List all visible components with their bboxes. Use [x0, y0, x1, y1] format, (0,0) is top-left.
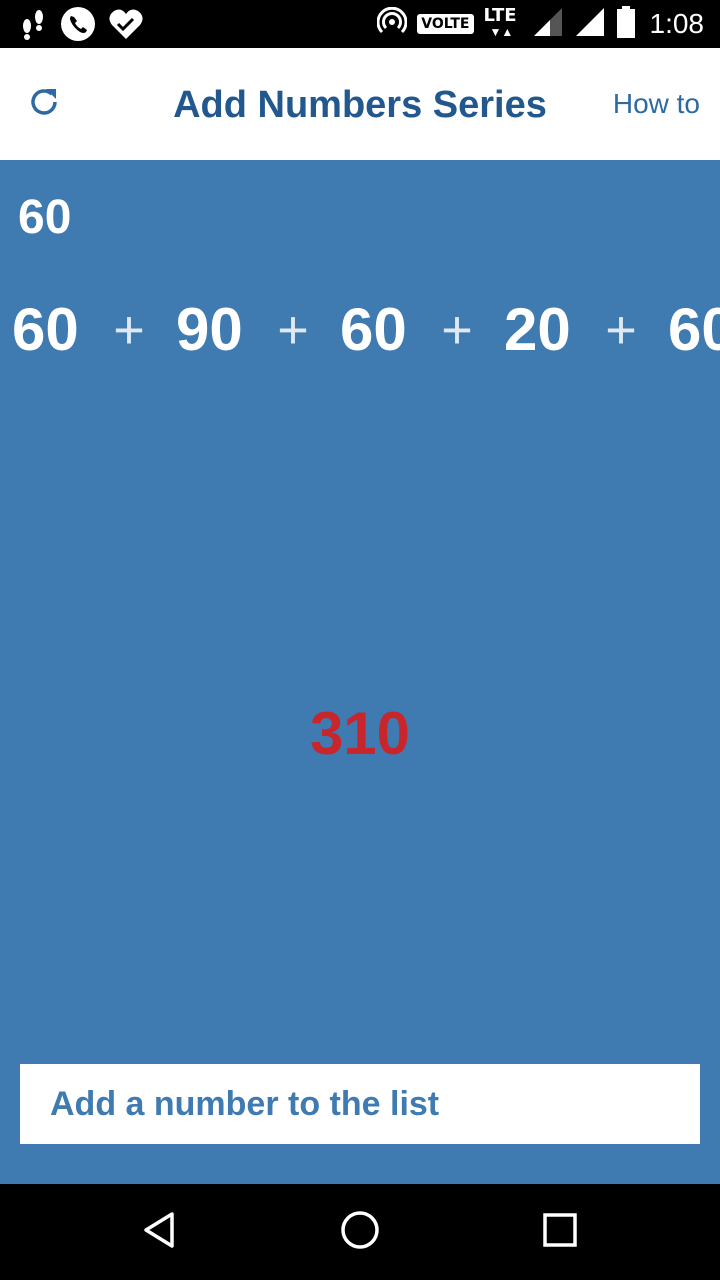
data-arrows-icon: ▼▲	[489, 25, 514, 39]
how-to-button[interactable]: How to	[613, 86, 700, 122]
home-button[interactable]	[336, 1208, 384, 1256]
series-number: 60	[12, 296, 79, 363]
add-number-input[interactable]	[20, 1064, 700, 1144]
total-sum: 310	[309, 700, 411, 767]
series-number: 90	[176, 296, 243, 363]
lte-indicator: LTE ▼▲	[484, 6, 522, 42]
status-bar: VOLTE LTE ▼▲ 1:08	[0, 0, 720, 48]
back-button[interactable]	[136, 1208, 184, 1256]
plus-operator: +	[277, 300, 309, 360]
recents-button[interactable]	[536, 1208, 584, 1256]
signal-icon	[532, 6, 564, 43]
signal-full-icon	[574, 6, 606, 43]
battery-icon	[616, 5, 636, 43]
system-status-icons: VOLTE LTE ▼▲ 1:08	[376, 0, 705, 48]
clock: 1:08	[649, 8, 705, 39]
heart-check-icon	[108, 7, 144, 46]
plus-operator: +	[605, 300, 637, 360]
notification-icons	[18, 6, 144, 47]
number-series: 60 + 90 + 60 + 20 + 60	[12, 298, 720, 362]
home-icon	[340, 1210, 380, 1255]
hotspot-icon	[376, 6, 408, 42]
series-number: 60	[668, 296, 720, 363]
main-content: 60 60 + 90 + 60 + 20 + 60 310	[0, 160, 720, 1184]
app-bar: Add Numbers Series How to	[0, 48, 720, 160]
series-number: 60	[340, 296, 407, 363]
phone-icon	[60, 6, 96, 47]
current-number: 60	[18, 191, 72, 244]
lte-label: LTE	[483, 5, 517, 26]
back-icon	[140, 1210, 180, 1255]
recents-icon	[540, 1210, 580, 1255]
footsteps-icon	[18, 6, 48, 47]
series-number: 20	[504, 296, 571, 363]
plus-operator: +	[441, 300, 473, 360]
volte-badge: VOLTE	[417, 14, 474, 34]
navigation-bar	[0, 1184, 720, 1280]
plus-operator: +	[113, 300, 145, 360]
